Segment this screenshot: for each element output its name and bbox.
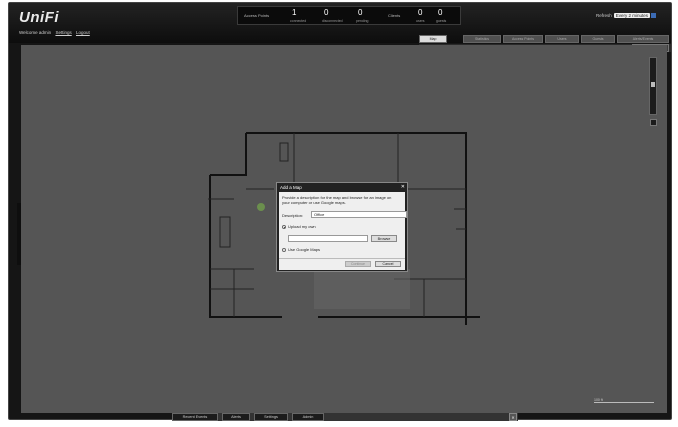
- welcome-text: Welcome admin: [19, 30, 52, 35]
- tab-access-points[interactable]: Access Points: [503, 35, 543, 43]
- cancel-button[interactable]: Cancel: [375, 261, 401, 267]
- side-panel-handle[interactable]: [17, 203, 21, 265]
- map-scale: 100 ft: [594, 398, 654, 403]
- dialog-description: Provide a description for the map and br…: [282, 195, 392, 205]
- refresh-control: Refresh Every 2 minutes: [596, 13, 657, 19]
- fullscreen-icon[interactable]: [650, 119, 657, 126]
- browse-button[interactable]: Browse: [371, 235, 397, 242]
- upload-option-label: Upload my own: [288, 224, 316, 229]
- close-icon[interactable]: ✕: [401, 184, 405, 190]
- clients-guests-label: guests: [436, 19, 447, 23]
- ap-disconnected-count: 0: [324, 8, 329, 17]
- continue-button[interactable]: Continue: [345, 261, 371, 267]
- close-icon[interactable]: ✕: [509, 413, 517, 421]
- welcome-bar: Welcome admin Settings Logout: [19, 30, 90, 35]
- zoom-knob[interactable]: [651, 82, 655, 87]
- ap-disconnected-label: disconnected: [322, 19, 343, 23]
- settings-link[interactable]: Settings: [55, 30, 71, 35]
- clients-users-label: users: [416, 19, 425, 23]
- refresh-select[interactable]: Every 2 minutes: [613, 13, 651, 18]
- file-path-input[interactable]: [288, 235, 368, 242]
- tab-users[interactable]: Users: [545, 35, 579, 43]
- google-maps-option-label: Use Google Maps: [288, 247, 321, 252]
- admin-button[interactable]: Admin: [292, 413, 324, 421]
- ap-connected-label: connected: [290, 19, 307, 23]
- ap-connected-count: 1: [292, 8, 297, 17]
- tab-alerts-events[interactable]: Alerts/Events: [617, 35, 669, 43]
- dialog-title: Add a Map: [280, 185, 302, 190]
- clients-label: Clients: [388, 13, 401, 18]
- bottom-bar: Recent Events Alerts Settings Admin ✕: [172, 413, 518, 421]
- clients-guests-count: 0: [438, 8, 443, 17]
- zoom-slider[interactable]: [649, 57, 657, 115]
- recent-events-button[interactable]: Recent Events: [172, 413, 218, 421]
- ap-pending-count: 0: [358, 8, 363, 17]
- dropdown-arrow-icon[interactable]: [651, 13, 657, 19]
- header: UniFi Welcome admin Settings Logout Acce…: [9, 3, 671, 43]
- access-points-label: Access Points: [244, 13, 270, 18]
- upload-radio[interactable]: [282, 225, 286, 229]
- unifi-logo: UniFi: [19, 9, 59, 26]
- dialog-divider: [279, 258, 405, 259]
- clients-users-count: 0: [418, 8, 423, 17]
- settings-button[interactable]: Settings: [254, 413, 288, 421]
- tab-guests[interactable]: Guests: [581, 35, 615, 43]
- ap-pending-label: pending: [356, 19, 369, 23]
- description-input[interactable]: Office: [311, 211, 407, 218]
- add-map-dialog: Add a Map ✕ Provide a description for th…: [276, 182, 408, 272]
- alerts-button[interactable]: Alerts: [222, 413, 250, 421]
- tab-statistics[interactable]: Statistics: [463, 35, 501, 43]
- status-summary: Access Points 1 connected 0 disconnected…: [237, 6, 461, 25]
- google-maps-radio[interactable]: [282, 248, 286, 252]
- dialog-body: Provide a description for the map and br…: [279, 192, 407, 270]
- tab-map[interactable]: Map: [419, 35, 447, 43]
- description-label: Description:: [282, 213, 304, 218]
- refresh-label: Refresh: [596, 13, 612, 18]
- logout-link[interactable]: Logout: [76, 30, 90, 35]
